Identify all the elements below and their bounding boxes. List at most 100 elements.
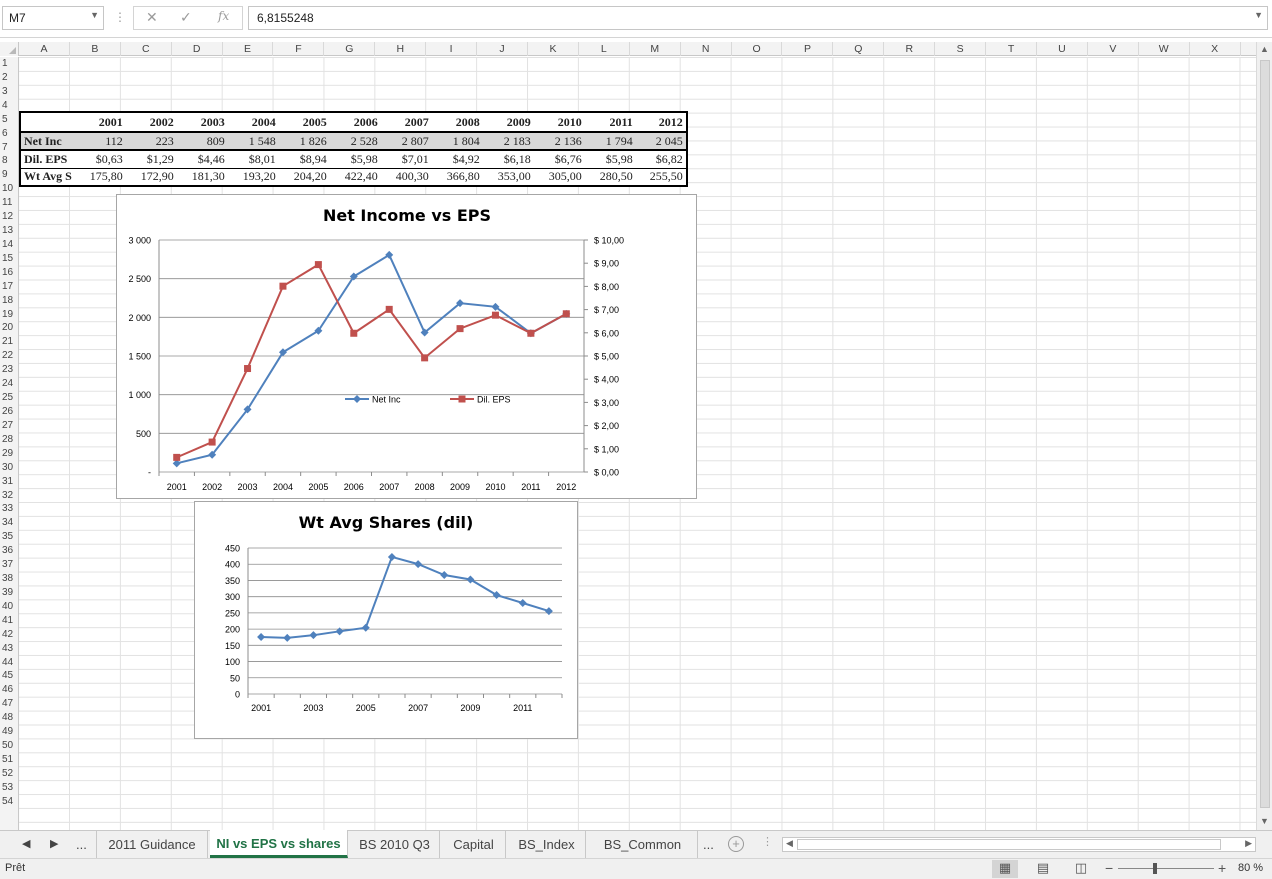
row-header[interactable]: 31: [0, 475, 19, 489]
value-cell[interactable]: $0,63: [74, 150, 126, 169]
row-header[interactable]: 46: [0, 683, 19, 697]
row-header[interactable]: 53: [0, 781, 19, 795]
row-header[interactable]: 6: [0, 127, 19, 141]
row-header[interactable]: 52: [0, 767, 19, 781]
year-header-cell[interactable]: 2008: [431, 111, 483, 133]
row-header[interactable]: 41: [0, 614, 19, 628]
column-header[interactable]: N: [681, 42, 732, 56]
name-box[interactable]: M7 ▼: [2, 6, 104, 30]
column-header[interactable]: R: [884, 42, 936, 56]
column-header[interactable]: K: [528, 42, 579, 56]
value-cell[interactable]: 112: [74, 132, 126, 151]
year-header-cell[interactable]: 2002: [125, 111, 177, 133]
year-header-cell[interactable]: 2003: [176, 111, 228, 133]
value-cell[interactable]: 181,30: [176, 168, 228, 187]
row-header[interactable]: 7: [0, 141, 19, 155]
value-cell[interactable]: 305,00: [533, 168, 585, 187]
value-cell[interactable]: 1 826: [278, 132, 330, 151]
year-header-cell[interactable]: 2010: [533, 111, 585, 133]
column-header[interactable]: M: [630, 42, 681, 56]
chevron-down-icon[interactable]: ▼: [90, 10, 99, 20]
row-header[interactable]: 33: [0, 502, 19, 516]
year-header-cell[interactable]: 2006: [329, 111, 381, 133]
value-cell[interactable]: 175,80: [74, 168, 126, 187]
vertical-scrollbar[interactable]: ▲ ▼: [1256, 42, 1272, 830]
value-cell[interactable]: 2 136: [533, 132, 585, 151]
column-header[interactable]: P: [783, 42, 834, 56]
value-cell[interactable]: $8,94: [278, 150, 330, 169]
sheet-tab[interactable]: BS_Common: [588, 831, 698, 858]
row-header[interactable]: 47: [0, 697, 19, 711]
value-cell[interactable]: $1,29: [125, 150, 177, 169]
prev-sheet-icon[interactable]: ◀: [22, 837, 30, 850]
tabs-ellipsis-left[interactable]: ...: [76, 831, 87, 858]
year-header-cell[interactable]: 2012: [635, 111, 688, 133]
row-header[interactable]: 24: [0, 377, 19, 391]
zoom-slider[interactable]: [1118, 868, 1214, 869]
tabs-ellipsis-right[interactable]: ...: [703, 831, 714, 858]
table-corner-cell[interactable]: [19, 111, 75, 133]
row-header[interactable]: 34: [0, 516, 19, 530]
column-header[interactable]: E: [223, 42, 274, 56]
row-header[interactable]: 35: [0, 530, 19, 544]
row-label-cell[interactable]: Dil. EPS: [19, 150, 75, 169]
column-header[interactable]: I: [426, 42, 478, 56]
row-header[interactable]: 23: [0, 363, 19, 377]
row-header[interactable]: 8: [0, 154, 19, 168]
row-header[interactable]: 14: [0, 238, 19, 252]
row-header[interactable]: 38: [0, 572, 19, 586]
column-header[interactable]: B: [70, 42, 121, 56]
column-header[interactable]: Q: [833, 42, 885, 56]
wt-avg-shares-chart[interactable]: Wt Avg Shares (dil) 0 50 100 150 200 250 300 350…: [194, 501, 578, 739]
row-header[interactable]: 1: [0, 57, 19, 71]
row-header[interactable]: 39: [0, 586, 19, 600]
column-header[interactable]: X: [1190, 42, 1241, 56]
value-cell[interactable]: 400,30: [380, 168, 432, 187]
row-header[interactable]: 44: [0, 656, 19, 670]
value-cell[interactable]: 422,40: [329, 168, 381, 187]
value-cell[interactable]: 353,00: [482, 168, 534, 187]
value-cell[interactable]: 2 045: [635, 132, 688, 151]
sheet-tab[interactable]: Capital: [442, 831, 506, 858]
value-cell[interactable]: $5,98: [584, 150, 636, 169]
row-header[interactable]: 25: [0, 391, 19, 405]
cancel-x-icon[interactable]: ✕: [146, 9, 158, 26]
year-header-cell[interactable]: 2004: [227, 111, 279, 133]
column-header[interactable]: F: [274, 42, 325, 56]
value-cell[interactable]: 2 528: [329, 132, 381, 151]
row-header[interactable]: 26: [0, 405, 19, 419]
value-cell[interactable]: 1 548: [227, 132, 279, 151]
sheet-tab[interactable]: NI vs EPS vs shares: [210, 830, 348, 858]
row-header[interactable]: 54: [0, 795, 19, 809]
select-all-corner[interactable]: [0, 42, 19, 56]
value-cell[interactable]: 172,90: [125, 168, 177, 187]
scroll-up-icon[interactable]: ▲: [1260, 44, 1269, 54]
tab-splitter-icon[interactable]: ⋮: [762, 835, 773, 848]
value-cell[interactable]: $4,46: [176, 150, 228, 169]
year-header-cell[interactable]: 2001: [74, 111, 126, 133]
value-cell[interactable]: 2 183: [482, 132, 534, 151]
zoom-slider-thumb[interactable]: [1153, 863, 1157, 874]
row-header[interactable]: 42: [0, 628, 19, 642]
value-cell[interactable]: $4,92: [431, 150, 483, 169]
row-header[interactable]: 10: [0, 182, 19, 196]
value-cell[interactable]: $6,18: [482, 150, 534, 169]
formula-input[interactable]: 6,8155248 ▼: [248, 6, 1268, 30]
value-cell[interactable]: 204,20: [278, 168, 330, 187]
sheet-tab[interactable]: BS_Index: [508, 831, 586, 858]
row-header[interactable]: 32: [0, 489, 19, 503]
column-header[interactable]: C: [121, 42, 172, 56]
row-header[interactable]: 36: [0, 544, 19, 558]
row-header[interactable]: 27: [0, 419, 19, 433]
row-header[interactable]: 18: [0, 294, 19, 308]
row-header[interactable]: 13: [0, 224, 19, 238]
year-header-cell[interactable]: 2011: [584, 111, 636, 133]
value-cell[interactable]: 2 807: [380, 132, 432, 151]
value-cell[interactable]: $7,01: [380, 150, 432, 169]
row-header[interactable]: 19: [0, 308, 19, 322]
add-sheet-plus-icon[interactable]: +: [728, 836, 744, 852]
row-header[interactable]: 17: [0, 280, 19, 294]
value-cell[interactable]: 223: [125, 132, 177, 151]
net-income-vs-eps-chart[interactable]: Net Income vs EPS - 500 1 000 1 500 2 000 2 50…: [116, 194, 697, 499]
horizontal-scroll-thumb[interactable]: [797, 839, 1221, 850]
